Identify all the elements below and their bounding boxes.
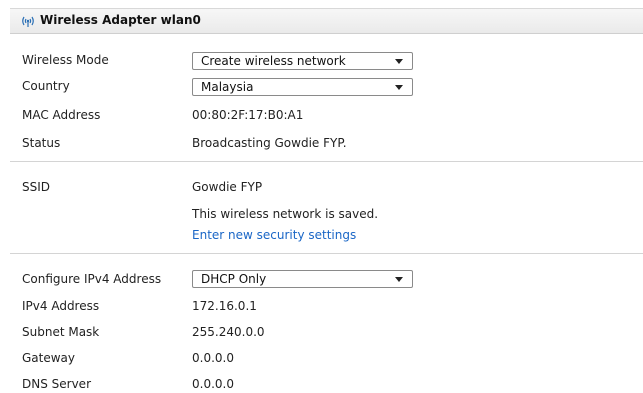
dns-server-value: 0.0.0.0: [192, 377, 234, 391]
wireless-mode-label: Wireless Mode: [22, 53, 109, 67]
configure-ipv4-value: DHCP Only: [201, 272, 267, 286]
country-label: Country: [22, 79, 70, 93]
configure-ipv4-select[interactable]: DHCP Only: [192, 270, 413, 288]
ssid-value: Gowdie FYP: [192, 180, 263, 194]
saved-network-note: This wireless network is saved.: [192, 207, 379, 221]
status-value: Broadcasting Gowdie FYP.: [192, 136, 347, 150]
chevron-down-icon: [395, 277, 403, 282]
mac-address-label: MAC Address: [22, 108, 101, 122]
mac-address-value: 00:80:2F:17:B0:A1: [192, 108, 304, 122]
subnet-mask-value: 255.240.0.0: [192, 325, 265, 339]
ipv4-address-label: IPv4 Address: [22, 299, 100, 313]
section-header: Wireless Adapter wlan0: [10, 8, 643, 34]
divider: [10, 253, 643, 254]
dns-server-label: DNS Server: [22, 377, 91, 391]
configure-ipv4-label: Configure IPv4 Address: [22, 272, 162, 286]
divider: [10, 161, 643, 162]
wireless-mode-value: Create wireless network: [201, 54, 346, 68]
subnet-mask-label: Subnet Mask: [22, 325, 100, 339]
gateway-value: 0.0.0.0: [192, 351, 234, 365]
security-settings-link[interactable]: Enter new security settings: [192, 228, 356, 242]
wireless-mode-select[interactable]: Create wireless network: [192, 52, 413, 70]
section-title: Wireless Adapter wlan0: [40, 13, 201, 27]
ssid-label: SSID: [22, 180, 51, 194]
chevron-down-icon: [395, 85, 403, 90]
country-value: Malaysia: [201, 80, 254, 94]
country-select[interactable]: Malaysia: [192, 78, 413, 96]
wireless-signal-icon: [22, 16, 34, 27]
wireless-adapter-panel: Wireless Adapter wlan0 Wireless Mode Cre…: [10, 0, 643, 393]
gateway-label: Gateway: [22, 351, 76, 365]
ipv4-address-value: 172.16.0.1: [192, 299, 257, 313]
chevron-down-icon: [395, 59, 403, 64]
status-label: Status: [22, 136, 61, 150]
